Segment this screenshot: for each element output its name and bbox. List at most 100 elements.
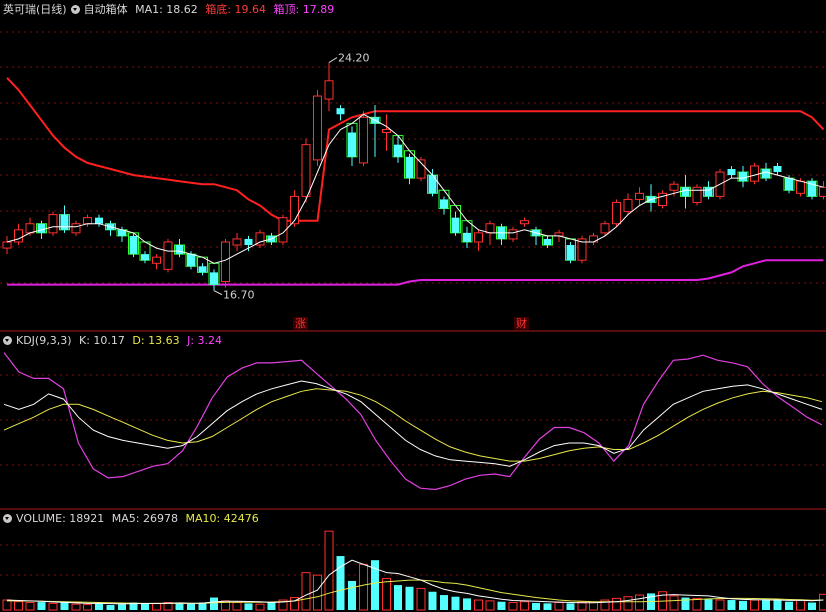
candle-body	[623, 198, 633, 213]
candle	[543, 235, 552, 249]
volume-bar	[785, 601, 793, 610]
volume-bar	[210, 597, 218, 610]
high-price-label: 24.20	[338, 52, 370, 65]
marker-up-badge: 涨	[293, 317, 308, 330]
volume-ma5-value: MA5: 26978	[111, 512, 178, 525]
candle-body	[382, 128, 391, 134]
volume-bar	[623, 596, 633, 611]
volume-bar	[485, 600, 495, 611]
candle	[612, 199, 621, 227]
candle-body	[739, 172, 747, 182]
kdj-d-line	[3, 388, 823, 462]
candle-body	[463, 232, 471, 242]
box-bottom-value: 箱底: 19.64	[205, 3, 267, 16]
kdj-d-value: D: 13.63	[132, 334, 180, 347]
volume-bar	[175, 603, 184, 610]
volume-bar	[635, 594, 644, 611]
candle-body	[451, 217, 460, 233]
candle-body	[141, 254, 149, 261]
candle-body	[428, 175, 437, 194]
volume-bar	[692, 597, 702, 611]
box-top-value: 箱顶: 17.89	[273, 3, 335, 16]
candle-body	[232, 238, 242, 246]
candle	[739, 165, 747, 188]
volume-bar	[416, 587, 426, 611]
candle	[106, 220, 115, 236]
candle-body	[750, 165, 759, 182]
candle-body	[359, 116, 368, 164]
candle	[244, 235, 253, 252]
candle-body	[773, 165, 782, 173]
price-panel	[2, 57, 826, 296]
candle	[141, 251, 149, 264]
volume-bar	[727, 600, 736, 610]
candle-body	[60, 214, 69, 230]
volume-bar	[543, 603, 552, 610]
volume-bar	[405, 586, 414, 610]
volume-bar	[348, 580, 356, 610]
candle	[221, 238, 230, 288]
volume-bar	[577, 601, 587, 611]
candle-body	[2, 241, 12, 249]
indicator-menu-icon[interactable]	[70, 5, 80, 14]
volume-bar	[313, 574, 322, 611]
volume-name[interactable]: VOLUME: 18921	[16, 512, 104, 525]
candle	[255, 229, 265, 249]
candle	[48, 211, 58, 236]
volume-bar	[566, 603, 575, 610]
candle-body	[71, 223, 81, 234]
volume-bar	[2, 599, 12, 611]
candle-body	[244, 238, 253, 246]
volume-bar	[301, 572, 311, 611]
candle	[129, 232, 138, 258]
candle-body	[543, 238, 552, 246]
candle	[71, 220, 81, 236]
volume-panel	[2, 530, 826, 611]
volume-bar	[95, 603, 103, 610]
candle	[681, 175, 690, 209]
candle	[428, 169, 437, 197]
candle	[623, 193, 633, 215]
candle	[324, 62, 334, 112]
candle-body	[175, 245, 184, 255]
candle	[348, 126, 356, 166]
candle	[60, 205, 69, 233]
candle-body	[83, 217, 92, 225]
box-bottom-line	[7, 259, 824, 286]
candle-body	[405, 156, 414, 179]
candle	[727, 165, 736, 179]
volume-bar	[520, 601, 529, 611]
candle	[589, 232, 598, 246]
candle-body	[48, 214, 58, 234]
candle-body	[566, 245, 575, 261]
volume-bar	[83, 604, 92, 611]
candle	[750, 162, 759, 185]
volume-bar	[232, 602, 242, 611]
volume-bar	[14, 601, 23, 611]
candle	[2, 235, 12, 255]
candle-body	[221, 241, 230, 283]
candle-body	[324, 80, 334, 100]
kdj-name[interactable]: KDJ(9,3,3)	[16, 334, 72, 347]
volume-bar	[554, 602, 564, 611]
candle-body	[348, 132, 356, 157]
indicator-name[interactable]: 自动箱体	[84, 3, 128, 16]
candle	[819, 181, 826, 200]
candle	[440, 196, 448, 215]
low-leader	[213, 290, 223, 296]
volume-ma10-value: MA10: 42476	[185, 512, 259, 525]
candle	[808, 178, 816, 200]
candle	[313, 89, 322, 166]
volume-bar	[141, 603, 149, 610]
candle	[336, 105, 345, 121]
candle	[463, 226, 471, 249]
kdj-menu-icon[interactable]	[3, 336, 12, 345]
candle-body	[301, 144, 311, 197]
candle-body	[520, 220, 529, 225]
volume-bar	[428, 591, 437, 610]
candle-body	[692, 186, 702, 203]
candle	[566, 241, 575, 264]
volume-bar	[359, 563, 368, 611]
candle	[382, 114, 391, 151]
volume-menu-icon[interactable]	[3, 514, 12, 523]
